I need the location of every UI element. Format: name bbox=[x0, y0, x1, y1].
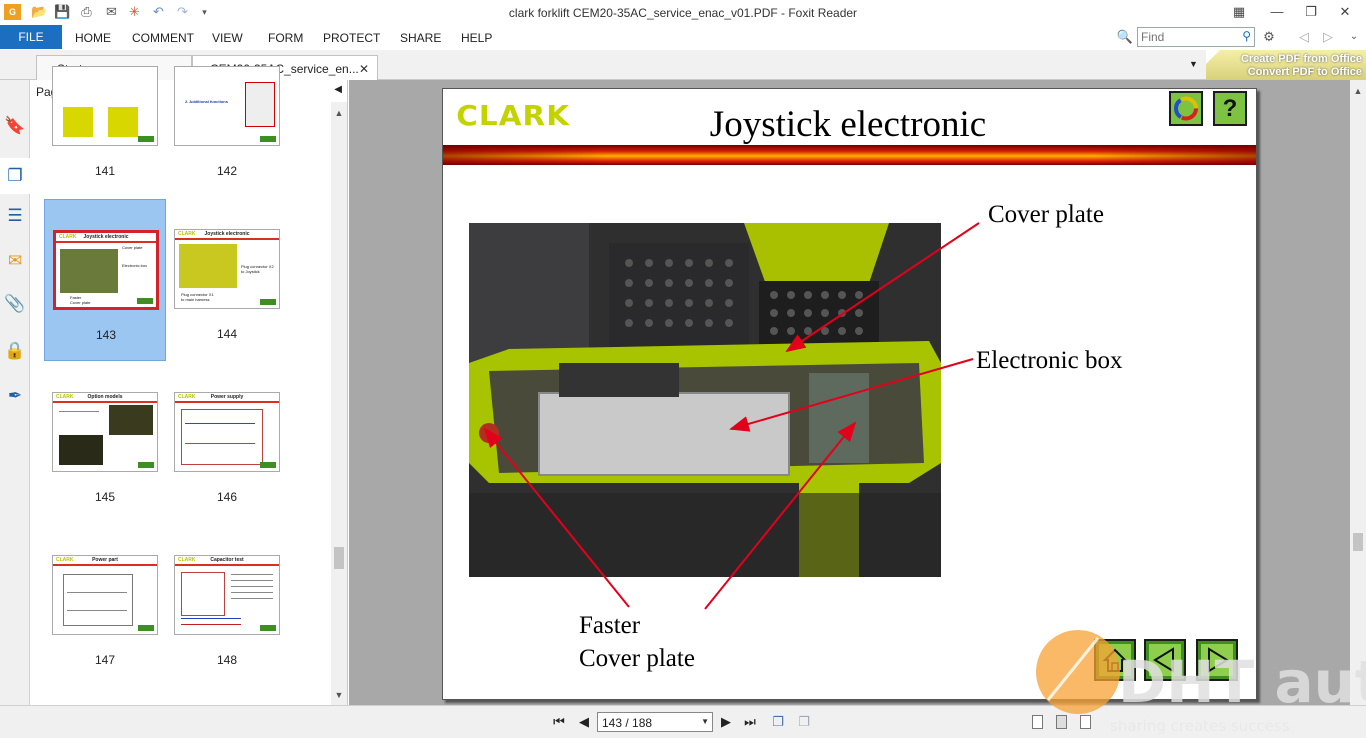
label-electronic-box: Electronic box bbox=[976, 347, 1123, 374]
label-cover-plate: Cover plate bbox=[988, 201, 1104, 228]
slide-header-band bbox=[443, 145, 1256, 165]
collapse-panel-icon[interactable]: ◀ bbox=[334, 84, 342, 95]
thumbnail-image bbox=[52, 66, 158, 146]
comments-icon[interactable]: ✉ bbox=[4, 250, 26, 272]
create-pdf-banner[interactable]: Create PDF from Office Convert PDF to Of… bbox=[1206, 50, 1366, 80]
close-tab-icon[interactable]: ✕ bbox=[359, 62, 369, 76]
thumbnail-image: CLARK Capacitor test bbox=[174, 555, 280, 635]
pdf-page: CLARK Joystick electronic ? Cover plate … bbox=[442, 88, 1257, 700]
page-number: 146 bbox=[216, 490, 238, 504]
page-thumbnail-147[interactable]: CLARK Power part 147 bbox=[44, 525, 166, 687]
scroll-up-icon[interactable]: ▲ bbox=[331, 108, 347, 118]
help-icon[interactable]: ? bbox=[1213, 91, 1247, 126]
thumbnail-image: CLARK Power part bbox=[52, 555, 158, 635]
find-field[interactable]: ⚲ bbox=[1137, 27, 1255, 47]
settings-gear-icon[interactable]: ⚙ bbox=[1260, 28, 1278, 46]
page-number: 144 bbox=[216, 327, 238, 341]
menu-home[interactable]: HOME bbox=[75, 31, 111, 45]
menu-share[interactable]: SHARE bbox=[400, 31, 441, 45]
thumbnail-image: CLARK Option models bbox=[52, 392, 158, 472]
find-options-icon[interactable]: 🔍 bbox=[1116, 28, 1134, 46]
page-number: 141 bbox=[94, 164, 116, 178]
search-icon[interactable]: ⚲ bbox=[1242, 29, 1251, 43]
banner-fold bbox=[1206, 50, 1220, 64]
thumbnail-image: CLARK Power supply bbox=[174, 392, 280, 472]
tab-list-dropdown-icon[interactable]: ▼ bbox=[1189, 59, 1198, 69]
joystick-photo bbox=[469, 223, 941, 577]
menu-comment[interactable]: COMMENT bbox=[132, 31, 194, 45]
file-menu[interactable]: FILE bbox=[0, 25, 62, 49]
navigation-icon-rail: 🔖 ❐ ☰ ✉ 📎 🔒 ✒ bbox=[0, 80, 30, 705]
continuous-icon[interactable] bbox=[1056, 715, 1067, 729]
ribbon-tabs: FILE HOME COMMENT VIEW FORM PROTECT SHAR… bbox=[0, 25, 1366, 50]
pages-icon[interactable]: ❐ bbox=[0, 158, 30, 194]
slide-home-button[interactable] bbox=[1094, 639, 1136, 681]
label-faster: Faster bbox=[579, 612, 641, 639]
restore-icon[interactable]: ❐ bbox=[1300, 3, 1322, 21]
page-number: 145 bbox=[94, 490, 116, 504]
menu-help[interactable]: HELP bbox=[461, 31, 492, 45]
next-view-icon[interactable]: ❐ bbox=[796, 714, 812, 730]
page-dropdown-icon[interactable]: ▼ bbox=[701, 717, 709, 726]
document-view[interactable]: CLARK Joystick electronic ? Cover plate … bbox=[349, 80, 1366, 705]
close-icon[interactable]: ✕ bbox=[1334, 3, 1356, 21]
page-number: 143 bbox=[95, 328, 117, 342]
thumbnail-image: CLARK Joystick electronic Plug connector… bbox=[174, 229, 280, 309]
clark-logo: CLARK bbox=[456, 99, 571, 132]
security-icon[interactable]: 🔒 bbox=[4, 340, 26, 362]
signatures-icon[interactable]: ✒ bbox=[4, 385, 26, 407]
facing-icon[interactable] bbox=[1080, 715, 1091, 729]
slide-title: Joystick electronic bbox=[709, 104, 987, 145]
first-page-icon[interactable]: ⏮ bbox=[551, 714, 567, 730]
ribbon-options-icon[interactable]: ▦ bbox=[1228, 3, 1250, 21]
scrollbar-thumb[interactable] bbox=[1353, 533, 1363, 551]
pages-scrollbar[interactable]: ▲ ▼ bbox=[331, 102, 347, 705]
thumbnail-image: 2. Additional functions bbox=[174, 66, 280, 146]
scrollbar-thumb[interactable] bbox=[334, 547, 344, 569]
page-thumbnail-145[interactable]: CLARK Option models 145 bbox=[44, 362, 166, 524]
pages-panel: Pages ◀ 141 2. Additional functions 142 … bbox=[30, 66, 348, 705]
page-thumbnail-148[interactable]: CLARK Capacitor test 148 bbox=[166, 525, 288, 687]
attachments-icon[interactable]: 📎 bbox=[4, 293, 26, 315]
page-number: 142 bbox=[216, 164, 238, 178]
document-scrollbar[interactable]: ▲ bbox=[1350, 80, 1366, 705]
menu-protect[interactable]: PROTECT bbox=[323, 31, 380, 45]
bookmarks-icon[interactable]: 🔖 bbox=[4, 115, 26, 137]
page-indicator: 143 / 188 bbox=[602, 716, 653, 730]
slide-previous-button[interactable] bbox=[1144, 639, 1186, 681]
scroll-down-icon[interactable]: ▼ bbox=[331, 690, 347, 700]
reload-icon[interactable] bbox=[1169, 91, 1203, 126]
single-page-icon[interactable] bbox=[1032, 715, 1043, 729]
page-number: 148 bbox=[216, 653, 238, 667]
minimize-icon[interactable]: — bbox=[1266, 3, 1288, 21]
last-page-icon[interactable]: ⏭ bbox=[742, 714, 758, 730]
convert-pdf-label: Convert PDF to Office bbox=[1247, 66, 1362, 78]
page-thumbnail-143[interactable]: CLARK Joystick electronic Cover plate El… bbox=[44, 199, 166, 361]
title-bar: G 📂 💾 ⎙ ✉ ✳ ↶ ↷ ▾ clark forklift CEM20-3… bbox=[0, 0, 1366, 25]
label-cover-plate-bottom: Cover plate bbox=[579, 645, 695, 672]
page-number: 147 bbox=[94, 653, 116, 667]
page-thumbnail-146[interactable]: CLARK Power supply 146 bbox=[166, 362, 288, 524]
layers-icon[interactable]: ☰ bbox=[4, 205, 26, 227]
slide-next-button[interactable] bbox=[1196, 639, 1238, 681]
page-number-field[interactable]: 143 / 188 ▼ bbox=[597, 712, 713, 732]
window-title: clark forklift CEM20-35AC_service_enac_v… bbox=[508, 6, 858, 20]
menu-view[interactable]: VIEW bbox=[212, 31, 243, 45]
scroll-up-icon[interactable]: ▲ bbox=[1350, 86, 1366, 96]
page-thumbnail-144[interactable]: CLARK Joystick electronic Plug connector… bbox=[166, 199, 288, 361]
next-page-icon[interactable]: ▶ bbox=[718, 714, 734, 730]
forward-icon[interactable]: ▷ bbox=[1319, 28, 1337, 46]
back-icon[interactable]: ◁ bbox=[1295, 28, 1313, 46]
find-input[interactable] bbox=[1138, 28, 1234, 46]
collapse-ribbon-icon[interactable]: ⌄ bbox=[1345, 28, 1363, 46]
previous-page-icon[interactable]: ◀ bbox=[576, 714, 592, 730]
create-pdf-label: Create PDF from Office bbox=[1240, 53, 1362, 65]
status-bar: ⏮ ◀ 143 / 188 ▼ ▶ ⏭ ❐ ❐ bbox=[0, 705, 1366, 738]
menu-form[interactable]: FORM bbox=[268, 31, 303, 45]
thumbnail-image: CLARK Joystick electronic Cover plate El… bbox=[53, 230, 159, 310]
previous-view-icon[interactable]: ❐ bbox=[770, 714, 786, 730]
